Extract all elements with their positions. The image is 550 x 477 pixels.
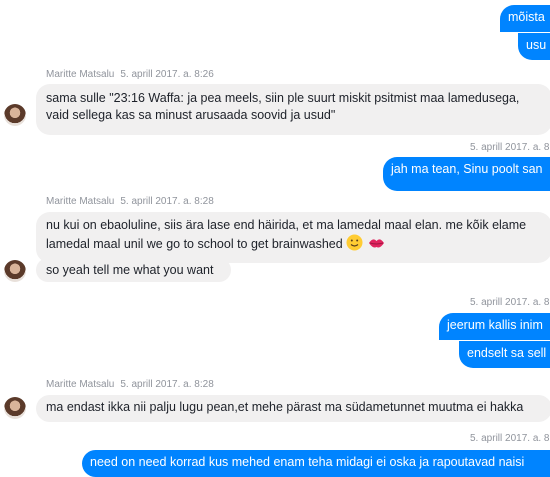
smile-emoji-icon (346, 234, 363, 251)
message-line: sama sulle "23:16 Waffa: ja pea meels, s… (46, 91, 520, 105)
avatar[interactable] (4, 260, 26, 282)
message-text: need on need korrad kus mehed enam teha … (90, 455, 525, 469)
message-meta: Maritte Matsalu 5. aprill 2017. a. 8:28 (46, 196, 214, 207)
message-line: lamedal maal unil we go to school to get… (46, 237, 343, 251)
avatar[interactable] (4, 397, 26, 419)
incoming-message[interactable]: nu kui on ebaoluline, siis ära lase end … (36, 212, 550, 263)
incoming-message[interactable]: sama sulle "23:16 Waffa: ja pea meels, s… (36, 84, 550, 135)
message-text: mõista (508, 10, 545, 24)
incoming-message[interactable]: so yeah tell me what you want (36, 258, 231, 282)
avatar[interactable] (4, 104, 26, 126)
message-text: jah ma tean, Sinu poolt san (391, 162, 543, 176)
outgoing-message[interactable]: usu (518, 33, 550, 60)
outgoing-message[interactable]: jah ma tean, Sinu poolt san (383, 157, 550, 191)
message-meta: Maritte Matsalu 5. aprill 2017. a. 8:26 (46, 69, 214, 80)
outgoing-message[interactable]: need on need korrad kus mehed enam teha … (82, 450, 550, 477)
message-meta: Maritte Matsalu 5. aprill 2017. a. 8:28 (46, 379, 214, 390)
message-timestamp: 5. aprill 2017. a. 8 (470, 433, 550, 444)
message-line: vaid sellega kas sa minust arusaada soov… (46, 108, 336, 122)
message-timestamp: 5. aprill 2017. a. 8 (470, 297, 550, 308)
message-text: so yeah tell me what you want (46, 263, 214, 277)
message-text: jeerum kallis inim (447, 318, 543, 332)
sender-name: Maritte Matsalu (46, 379, 115, 390)
message-timestamp: 5. aprill 2017. a. 8 (470, 142, 550, 153)
message-text: ma endast ikka nii palju lugu pean,et me… (46, 400, 524, 414)
outgoing-message[interactable]: endselt sa sell (459, 341, 550, 368)
incoming-message[interactable]: ma endast ikka nii palju lugu pean,et me… (36, 395, 550, 422)
message-time: 5. aprill 2017. a. 8:28 (120, 196, 214, 207)
outgoing-message[interactable]: mõista (500, 5, 550, 32)
kiss-mark-icon (368, 239, 384, 248)
message-time: 5. aprill 2017. a. 8:28 (120, 379, 214, 390)
message-line: nu kui on ebaoluline, siis ära lase end … (46, 218, 527, 232)
outgoing-message[interactable]: jeerum kallis inim (439, 313, 550, 340)
sender-name: Maritte Matsalu (46, 196, 115, 207)
message-time: 5. aprill 2017. a. 8:26 (120, 69, 214, 80)
message-text: usu (526, 38, 547, 52)
message-text: endselt sa sell (467, 346, 547, 360)
sender-name: Maritte Matsalu (46, 69, 115, 80)
